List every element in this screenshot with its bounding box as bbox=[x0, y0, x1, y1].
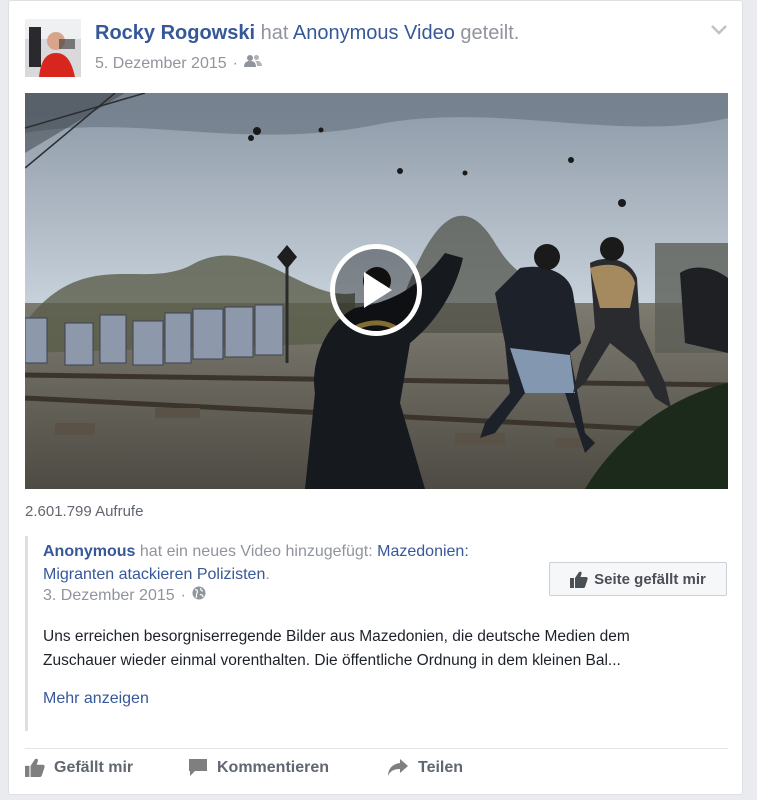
chevron-down-icon[interactable] bbox=[710, 23, 728, 35]
like-icon bbox=[25, 758, 45, 777]
post-card: Rocky Rogowski hat Anonymous Video getei… bbox=[8, 0, 743, 795]
shared-date[interactable]: 3. Dezember 2015 bbox=[43, 587, 175, 605]
play-icon bbox=[364, 272, 392, 308]
like-page-button[interactable]: Seite gefällt mir bbox=[549, 562, 727, 596]
description-line-1: Uns erreichen besorgniserregende Bilder … bbox=[43, 628, 630, 645]
shared-action-text: hat ein neues Video hinzugefügt: bbox=[139, 543, 373, 560]
divider bbox=[25, 748, 728, 749]
comment-button[interactable]: Kommentieren bbox=[188, 758, 329, 777]
post-header: Rocky Rogowski hat Anonymous Video getei… bbox=[95, 22, 519, 45]
description-line-2: Zuschauer wieder einmal vorenthalten. Di… bbox=[43, 652, 621, 669]
share-label: Teilen bbox=[418, 758, 464, 776]
share-button[interactable]: Teilen bbox=[387, 758, 463, 777]
play-button[interactable] bbox=[330, 244, 422, 336]
like-label: Gefällt mir bbox=[54, 758, 134, 776]
share-icon bbox=[388, 759, 408, 776]
like-button[interactable]: Gefällt mir bbox=[25, 758, 133, 777]
comment-label: Kommentieren bbox=[217, 758, 330, 776]
post-date[interactable]: 5. Dezember 2015 bbox=[95, 55, 227, 73]
header-suffix: geteilt. bbox=[460, 22, 520, 44]
video-player[interactable] bbox=[25, 93, 728, 489]
like-page-label: Seite gefällt mir bbox=[594, 570, 706, 588]
action-bar: Gefällt mir Kommentieren Teilen bbox=[25, 758, 728, 784]
shared-page-link[interactable]: Anonymous Video bbox=[293, 22, 455, 44]
friends-icon[interactable] bbox=[243, 54, 262, 73]
shared-post-title: Anonymous hat ein neues Video hinzugefüg… bbox=[43, 540, 538, 586]
author-name[interactable]: Rocky Rogowski bbox=[95, 22, 255, 44]
globe-icon[interactable] bbox=[192, 586, 206, 605]
show-more-link[interactable]: Mehr anzeigen bbox=[43, 690, 149, 708]
header-verb: hat bbox=[260, 22, 289, 44]
shared-meta: 3. Dezember 2015 · bbox=[43, 586, 206, 605]
meta-separator: · bbox=[232, 54, 238, 72]
shared-title-end: . bbox=[265, 566, 270, 583]
shared-description: Uns erreichen besorgniserregende Bilder … bbox=[43, 625, 723, 673]
shared-author-link[interactable]: Anonymous bbox=[43, 543, 135, 560]
view-count: 2.601.799 Aufrufe bbox=[25, 503, 144, 520]
shared-meta-separator: · bbox=[180, 586, 186, 604]
post-meta: 5. Dezember 2015 · bbox=[95, 54, 262, 73]
comment-icon bbox=[189, 759, 207, 776]
thumbs-up-icon bbox=[570, 571, 588, 588]
shared-post: Anonymous hat ein neues Video hinzugefüg… bbox=[25, 536, 728, 731]
avatar[interactable] bbox=[25, 19, 81, 77]
